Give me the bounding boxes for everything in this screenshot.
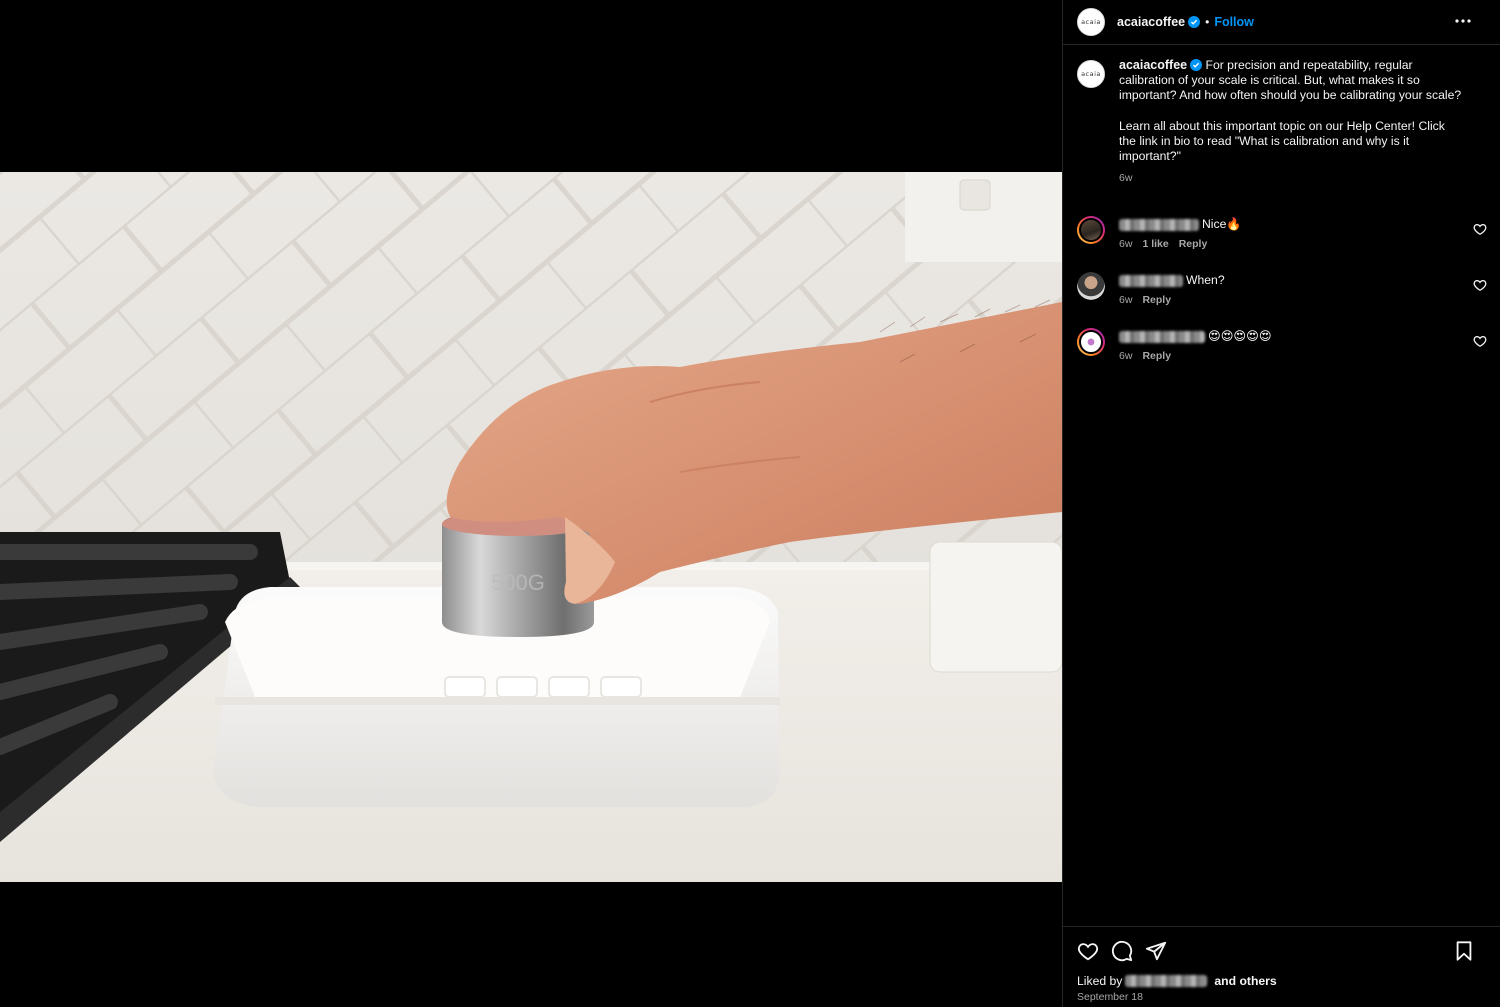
comment-item: 😍😍😍😍😍 6w Reply: [1077, 328, 1487, 368]
comment-item: Nice🔥 6w 1 like Reply: [1077, 216, 1487, 256]
like-comment-heart-icon[interactable]: [1473, 334, 1487, 348]
weight-engraving: 500G: [491, 570, 545, 595]
caption-body: acaiacoffee For precision and repeatabil…: [1119, 58, 1464, 187]
like-heart-icon[interactable]: [1077, 940, 1099, 962]
avatar-logo-text: acaia: [1081, 18, 1101, 26]
verified-badge-icon: [1190, 59, 1203, 71]
post-side-panel: acaia acaiacoffee • Follow acaia acaiaco…: [1062, 0, 1500, 1007]
liked-by-prefix: Liked by: [1077, 974, 1123, 988]
commenter-username-redacted[interactable]: [1119, 218, 1199, 231]
comment-meta: 6w Reply: [1119, 350, 1449, 362]
comment-timestamp[interactable]: 6w: [1119, 294, 1132, 306]
follow-button[interactable]: Follow: [1214, 15, 1254, 29]
avatar-logo-text: acaia: [1081, 70, 1101, 78]
post-photo-illustration: 500G: [0, 172, 1062, 882]
post-photo[interactable]: 500G: [0, 172, 1062, 882]
comment-body: Nice🔥 6w 1 like Reply: [1119, 217, 1449, 250]
comment-meta: 6w 1 like Reply: [1119, 238, 1449, 250]
caption-timestamp[interactable]: 6w: [1119, 171, 1132, 186]
caption-meta: 6w: [1119, 171, 1464, 186]
more-options-icon[interactable]: [1453, 11, 1473, 31]
comment-text: Nice🔥: [1202, 217, 1242, 231]
comment-timestamp[interactable]: 6w: [1119, 350, 1132, 362]
reply-button[interactable]: Reply: [1142, 294, 1171, 306]
comment-bubble-icon[interactable]: [1111, 940, 1133, 962]
share-paper-plane-icon[interactable]: [1145, 940, 1167, 962]
commenter-avatar[interactable]: [1077, 216, 1105, 244]
caption-author-avatar[interactable]: acaia: [1077, 60, 1105, 88]
comment-timestamp[interactable]: 6w: [1119, 238, 1132, 250]
verified-badge-icon: [1188, 16, 1201, 28]
liked-by-line: Liked by and others: [1077, 974, 1277, 988]
like-comment-heart-icon[interactable]: [1473, 278, 1487, 292]
media-area: 500G: [0, 0, 1062, 1007]
post-date[interactable]: September 18: [1077, 991, 1143, 1003]
commenter-username-redacted[interactable]: [1119, 274, 1183, 287]
comment-meta: 6w Reply: [1119, 294, 1449, 306]
and-others-link[interactable]: and others: [1214, 974, 1276, 988]
liker-username-redacted[interactable]: [1125, 975, 1208, 987]
like-comment-heart-icon[interactable]: [1473, 222, 1487, 236]
commenter-avatar[interactable]: [1077, 272, 1105, 300]
comment-like-count[interactable]: 1 like: [1142, 238, 1168, 250]
comment-body: 😍😍😍😍😍 6w Reply: [1119, 329, 1449, 362]
comment-text: 😍😍😍😍😍: [1208, 329, 1272, 343]
save-bookmark-icon[interactable]: [1453, 940, 1475, 962]
separator-dot: •: [1205, 15, 1210, 29]
comments-scroll-area[interactable]: acaia acaiacoffee For precision and repe…: [1063, 46, 1500, 926]
commenter-username-redacted[interactable]: [1119, 330, 1205, 343]
author-avatar[interactable]: acaia: [1077, 8, 1105, 36]
caption-text: For precision and repeatability, regular…: [1119, 58, 1462, 164]
instagram-post-viewer: 500G acaia acaiacoffee • Follow acaia ac…: [0, 0, 1500, 1007]
comment-text: When?: [1186, 273, 1225, 287]
commenter-avatar[interactable]: [1077, 328, 1105, 356]
caption-username[interactable]: acaiacoffee: [1119, 58, 1187, 72]
reply-button[interactable]: Reply: [1179, 238, 1208, 250]
caption-text-block: acaiacoffee For precision and repeatabil…: [1119, 58, 1464, 164]
reply-button[interactable]: Reply: [1142, 350, 1171, 362]
author-username[interactable]: acaiacoffee: [1117, 15, 1185, 29]
post-actions-bar: Liked by and others September 18: [1063, 926, 1500, 1007]
comment-item: When? 6w Reply: [1077, 272, 1487, 312]
post-header: acaia acaiacoffee • Follow: [1063, 0, 1500, 45]
comment-body: When? 6w Reply: [1119, 273, 1449, 306]
